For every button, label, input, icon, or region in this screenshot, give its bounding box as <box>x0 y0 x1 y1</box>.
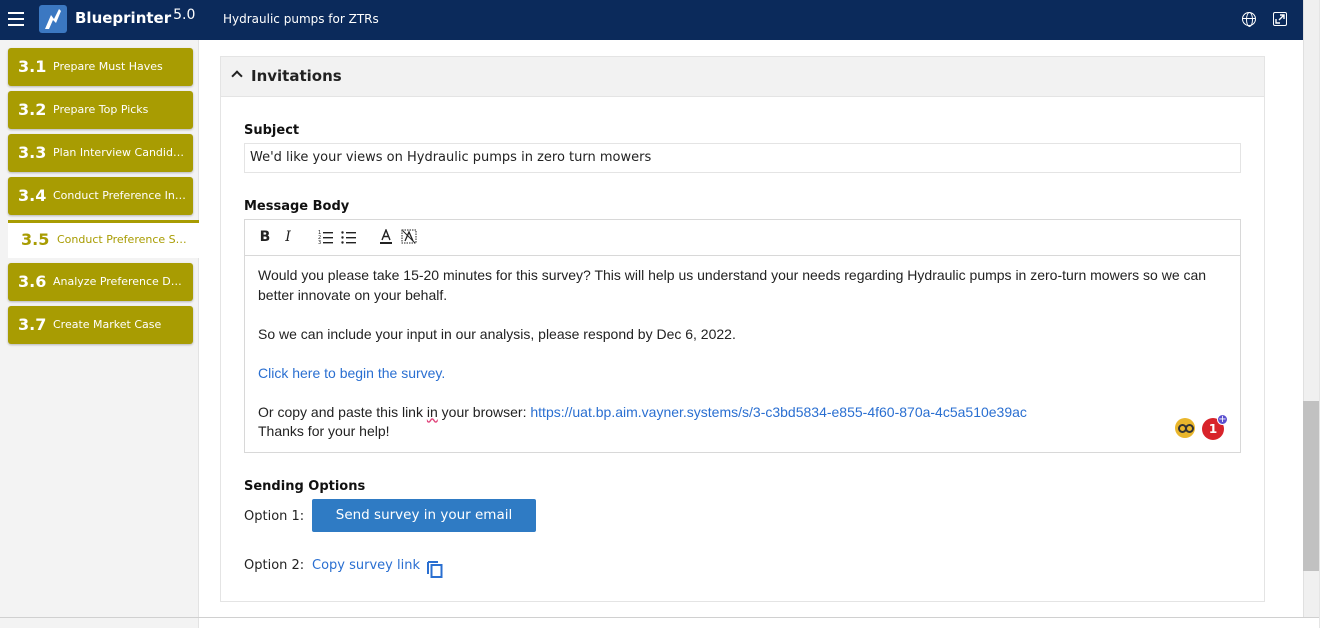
step-number: 3.2 <box>18 100 47 119</box>
step-3-1[interactable]: 3.1 Prepare Must Haves <box>8 48 193 86</box>
step-sidebar: 3.1 Prepare Must Haves 3.2 Prepare Top Pic… <box>0 40 199 628</box>
option-2-label: Option 2: <box>244 558 305 573</box>
step-label: Analyze Preference Data <box>53 275 188 288</box>
invitations-header[interactable]: Invitations <box>221 57 1264 97</box>
invitations-panel: Invitations Subject We'd like your views… <box>220 56 1265 602</box>
scrollbar-thumb[interactable] <box>1303 401 1319 571</box>
step-3-3[interactable]: 3.3 Plan Interview Candida... <box>8 134 193 172</box>
add-icon: + <box>1217 414 1228 425</box>
copy-survey-link[interactable]: Copy survey link <box>312 558 420 573</box>
editor-toolbar: B I 123 <box>245 220 1240 256</box>
step-3-7[interactable]: 3.7 Create Market Case <box>8 306 193 344</box>
message-paragraph-1: Would you please take 15-20 minutes for … <box>258 267 1207 303</box>
send-survey-email-button[interactable]: Send survey in your email <box>312 499 536 532</box>
message-body-label: Message Body <box>244 199 350 214</box>
globe-icon[interactable] <box>1242 12 1256 27</box>
step-3-6[interactable]: 3.6 Analyze Preference Data <box>8 263 193 301</box>
bullet-list-icon[interactable] <box>341 229 357 245</box>
collapse-caret-icon[interactable] <box>231 70 243 82</box>
copy-icon[interactable] <box>426 559 444 579</box>
begin-survey-link[interactable]: Click here to begin the survey. <box>258 365 445 381</box>
message-paragraph-2: So we can include your input in our anal… <box>258 325 736 342</box>
copy-link-paragraph: Or copy and paste this link in your brow… <box>258 403 1027 420</box>
step-3-5-active[interactable]: 3.5 Conduct Preference Sur... <box>8 220 199 258</box>
svg-text:3: 3 <box>318 240 321 245</box>
grammarly-assistant-icon[interactable] <box>1175 418 1195 438</box>
step-number: 3.5 <box>21 230 50 249</box>
survey-url-link[interactable]: https://uat.bp.aim.vayner.systems/s/3-c3… <box>530 404 1027 420</box>
step-number: 3.1 <box>18 57 47 76</box>
step-label: Prepare Must Haves <box>53 60 163 73</box>
step-number: 3.4 <box>18 186 47 205</box>
subject-label: Subject <box>244 123 300 138</box>
step-label: Conduct Preference Sur... <box>57 233 192 246</box>
text-color-icon[interactable] <box>378 228 394 245</box>
step-3-2[interactable]: 3.2 Prepare Top Picks <box>8 91 193 129</box>
ordered-list-icon[interactable]: 123 <box>318 229 334 246</box>
thanks-text: Thanks for your help! <box>258 423 390 439</box>
invitations-title: Invitations <box>251 67 342 85</box>
clear-format-icon[interactable] <box>401 229 417 245</box>
app-version: 5.0 <box>173 7 196 23</box>
step-3-4[interactable]: 3.4 Conduct Preference Int... <box>8 177 193 215</box>
bottom-divider <box>0 617 1322 618</box>
expand-icon[interactable] <box>1273 12 1287 26</box>
subject-field[interactable]: We'd like your views on Hydraulic pumps … <box>244 143 1241 173</box>
sending-options-label: Sending Options <box>244 479 366 494</box>
hamburger-menu-icon[interactable] <box>8 12 24 26</box>
bold-button[interactable]: B <box>257 229 273 245</box>
app-brand: Blueprinter 5.0 <box>75 7 196 27</box>
italic-button[interactable]: I <box>280 229 296 245</box>
step-number: 3.3 <box>18 143 47 162</box>
step-label: Create Market Case <box>53 318 162 331</box>
project-title: Hydraulic pumps for ZTRs <box>223 12 379 26</box>
step-label: Conduct Preference Int... <box>53 189 188 202</box>
step-number: 3.6 <box>18 272 47 291</box>
message-body-text[interactable]: Would you please take 15-20 minutes for … <box>258 266 1218 442</box>
message-body-editor[interactable]: B I 123 Would you please take 15-20 minu… <box>244 219 1241 453</box>
step-label: Prepare Top Picks <box>53 103 149 116</box>
option-1-label: Option 1: <box>244 509 305 524</box>
step-label: Plan Interview Candida... <box>53 146 188 159</box>
top-bar: Blueprinter 5.0 Hydraulic pumps for ZTRs <box>0 0 1303 40</box>
step-number: 3.7 <box>18 315 47 334</box>
blueprinter-logo-icon <box>39 5 67 33</box>
